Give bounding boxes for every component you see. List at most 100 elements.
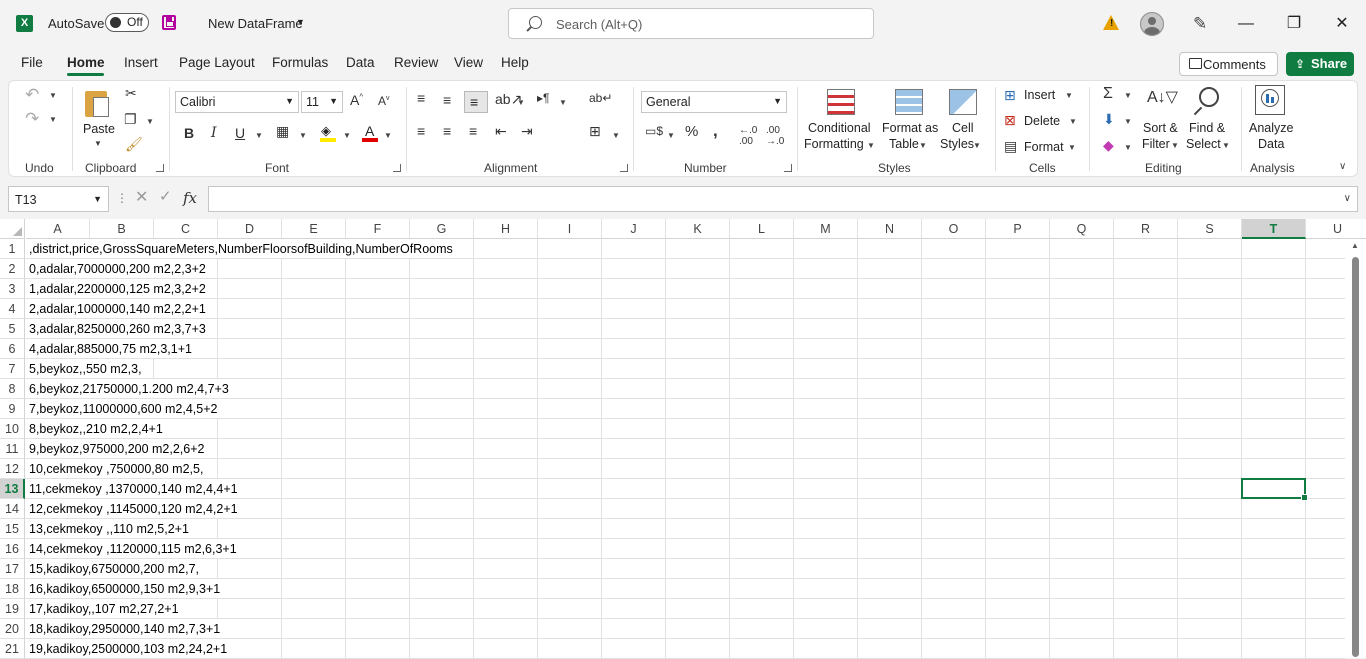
column-header-o[interactable]: O [922, 219, 986, 239]
chevron-down-icon[interactable]: ▼ [1124, 143, 1132, 152]
tab-home[interactable]: Home [67, 55, 105, 70]
row-header-17[interactable]: 17 [0, 559, 25, 579]
tab-view[interactable]: View [454, 55, 483, 70]
row-header-13[interactable]: 13 [0, 479, 25, 499]
increase-decimal-icon[interactable]: ←.0.00 [739, 125, 757, 147]
row-header-8[interactable]: 8 [0, 379, 25, 399]
clipboard-launcher-icon[interactable] [156, 164, 164, 172]
name-box[interactable]: T13 ▼ [8, 186, 109, 212]
paste-label[interactable]: Paste [83, 122, 115, 136]
chevron-down-icon[interactable]: ▼ [146, 117, 154, 126]
share-button[interactable]: ⇪ Share [1286, 52, 1354, 76]
align-right-icon[interactable]: ≡ [469, 123, 477, 139]
conditional-formatting-label-2[interactable]: Formatting [804, 137, 864, 151]
increase-indent-icon[interactable]: ⇥ [521, 123, 533, 140]
cell-a18[interactable]: 16,kadikoy,6500000,150 m2,9,3+1 [29, 579, 224, 598]
row-header-12[interactable]: 12 [0, 459, 25, 479]
more-options-icon[interactable]: ⋮ [116, 191, 128, 205]
row-header-2[interactable]: 2 [0, 259, 25, 279]
avatar[interactable] [1140, 12, 1164, 36]
chevron-down-icon[interactable]: ▼ [919, 141, 927, 150]
sort-filter-label-1[interactable]: Sort & [1143, 121, 1178, 135]
chevron-down-icon[interactable]: ▼ [867, 141, 875, 150]
row-header-15[interactable]: 15 [0, 519, 25, 539]
column-header-e[interactable]: E [282, 219, 346, 239]
comments-button[interactable]: Comments [1179, 52, 1278, 76]
delete-cells-icon[interactable]: ⊠ [1004, 112, 1016, 129]
conditional-formatting-icon[interactable] [825, 87, 855, 117]
tab-data[interactable]: Data [346, 55, 375, 70]
column-header-q[interactable]: Q [1050, 219, 1114, 239]
minimize-button[interactable]: — [1226, 10, 1266, 38]
cancel-icon[interactable]: ✕ [135, 187, 148, 207]
chevron-down-icon[interactable]: ▼ [1068, 143, 1076, 152]
cell-a19[interactable]: 17,kadikoy,,107 m2,27,2+1 [29, 599, 182, 618]
row-header-4[interactable]: 4 [0, 299, 25, 319]
decrease-font-size-icon[interactable]: Av [378, 94, 390, 108]
column-header-k[interactable]: K [666, 219, 730, 239]
column-header-m[interactable]: M [794, 219, 858, 239]
fill-color-icon[interactable]: ◈ [320, 123, 336, 143]
column-header-j[interactable]: J [602, 219, 666, 239]
designer-pen-icon[interactable]: ✎ [1193, 14, 1207, 34]
column-header-d[interactable]: D [218, 219, 282, 239]
fill-icon[interactable]: ⬇ [1103, 111, 1115, 128]
autosave-toggle[interactable]: Off [105, 13, 149, 32]
chevron-down-icon[interactable]: ▼ [612, 131, 620, 140]
cell-a1[interactable]: ,district,price,GrossSquareMeters,Number… [29, 239, 456, 258]
cell-a10[interactable]: 8,beykoz,,210 m2,2,4+1 [29, 419, 166, 438]
select-all-button[interactable] [0, 219, 25, 239]
insert-label[interactable]: Insert [1024, 88, 1055, 102]
row-header-6[interactable]: 6 [0, 339, 25, 359]
chevron-down-icon[interactable]: ▼ [1222, 141, 1230, 150]
chevron-down-icon[interactable]: ▼ [559, 98, 567, 107]
tab-review[interactable]: Review [394, 55, 438, 70]
save-icon[interactable] [162, 15, 176, 30]
align-left-icon[interactable]: ≡ [417, 123, 425, 139]
cell-a11[interactable]: 9,beykoz,975000,200 m2,2,6+2 [29, 439, 208, 458]
delete-label[interactable]: Delete [1024, 114, 1060, 128]
autosum-icon[interactable]: Σ [1103, 85, 1113, 103]
find-select-label-2[interactable]: Select [1186, 137, 1221, 151]
row-header-18[interactable]: 18 [0, 579, 25, 599]
tab-formulas[interactable]: Formulas [272, 55, 328, 70]
ribbon-collapse-icon[interactable]: ∨ [1339, 161, 1346, 172]
row-header-14[interactable]: 14 [0, 499, 25, 519]
wrap-text-icon[interactable]: ab↵ [589, 91, 612, 105]
chevron-down-icon[interactable]: ▼ [1171, 141, 1179, 150]
conditional-formatting-label-1[interactable]: Conditional [808, 121, 871, 135]
cell-a9[interactable]: 7,beykoz,11000000,600 m2,4,5+2 [29, 399, 221, 418]
cell-a4[interactable]: 2,adalar,1000000,140 m2,2,2+1 [29, 299, 209, 318]
cell-a17[interactable]: 15,kadikoy,6750000,200 m2,7, [29, 559, 203, 578]
column-header-f[interactable]: F [346, 219, 410, 239]
chevron-down-icon[interactable]: ▼ [667, 131, 675, 140]
find-select-icon[interactable] [1193, 85, 1223, 116]
cell-styles-label-1[interactable]: Cell [952, 121, 974, 135]
cell-a5[interactable]: 3,adalar,8250000,260 m2,3,7+3 [29, 319, 209, 338]
chevron-down-icon[interactable]: ▼ [1069, 117, 1077, 126]
column-header-c[interactable]: C [154, 219, 218, 239]
tab-help[interactable]: Help [501, 55, 529, 70]
row-header-9[interactable]: 9 [0, 399, 25, 419]
accounting-format-icon[interactable]: ▭$ [645, 124, 663, 138]
selected-cell-t13[interactable] [1241, 478, 1308, 501]
find-select-label-1[interactable]: Find & [1189, 121, 1225, 135]
chevron-down-icon[interactable]: ▼ [1065, 91, 1073, 100]
format-as-table-label-2[interactable]: Table [889, 137, 919, 151]
decrease-indent-icon[interactable]: ⇤ [495, 123, 507, 140]
analyze-data-label-1[interactable]: Analyze [1249, 121, 1293, 135]
cell-a16[interactable]: 14,cekmekoy ,1120000,115 m2,6,3+1 [29, 539, 240, 558]
chevron-down-icon[interactable]: ▼ [384, 131, 392, 140]
cell-styles-label-2[interactable]: Styles [940, 137, 974, 151]
cell-a8[interactable]: 6,beykoz,21750000,1.200 m2,4,7+3 [29, 379, 232, 398]
sort-filter-label-2[interactable]: Filter [1142, 137, 1170, 151]
cell-a2[interactable]: 0,adalar,7000000,200 m2,2,3+2 [29, 259, 209, 278]
column-header-t[interactable]: T [1242, 219, 1306, 239]
document-title[interactable]: New DataFrame [208, 16, 303, 31]
column-header-g[interactable]: G [410, 219, 474, 239]
cell-a13[interactable]: 11,cekmekoy ,1370000,140 m2,4,4+1 [29, 479, 241, 498]
comma-style-icon[interactable]: , [713, 121, 718, 141]
cell-a3[interactable]: 1,adalar,2200000,125 m2,3,2+2 [29, 279, 209, 298]
row-header-19[interactable]: 19 [0, 599, 25, 619]
expand-formula-bar-icon[interactable]: ∨ [1344, 193, 1351, 204]
